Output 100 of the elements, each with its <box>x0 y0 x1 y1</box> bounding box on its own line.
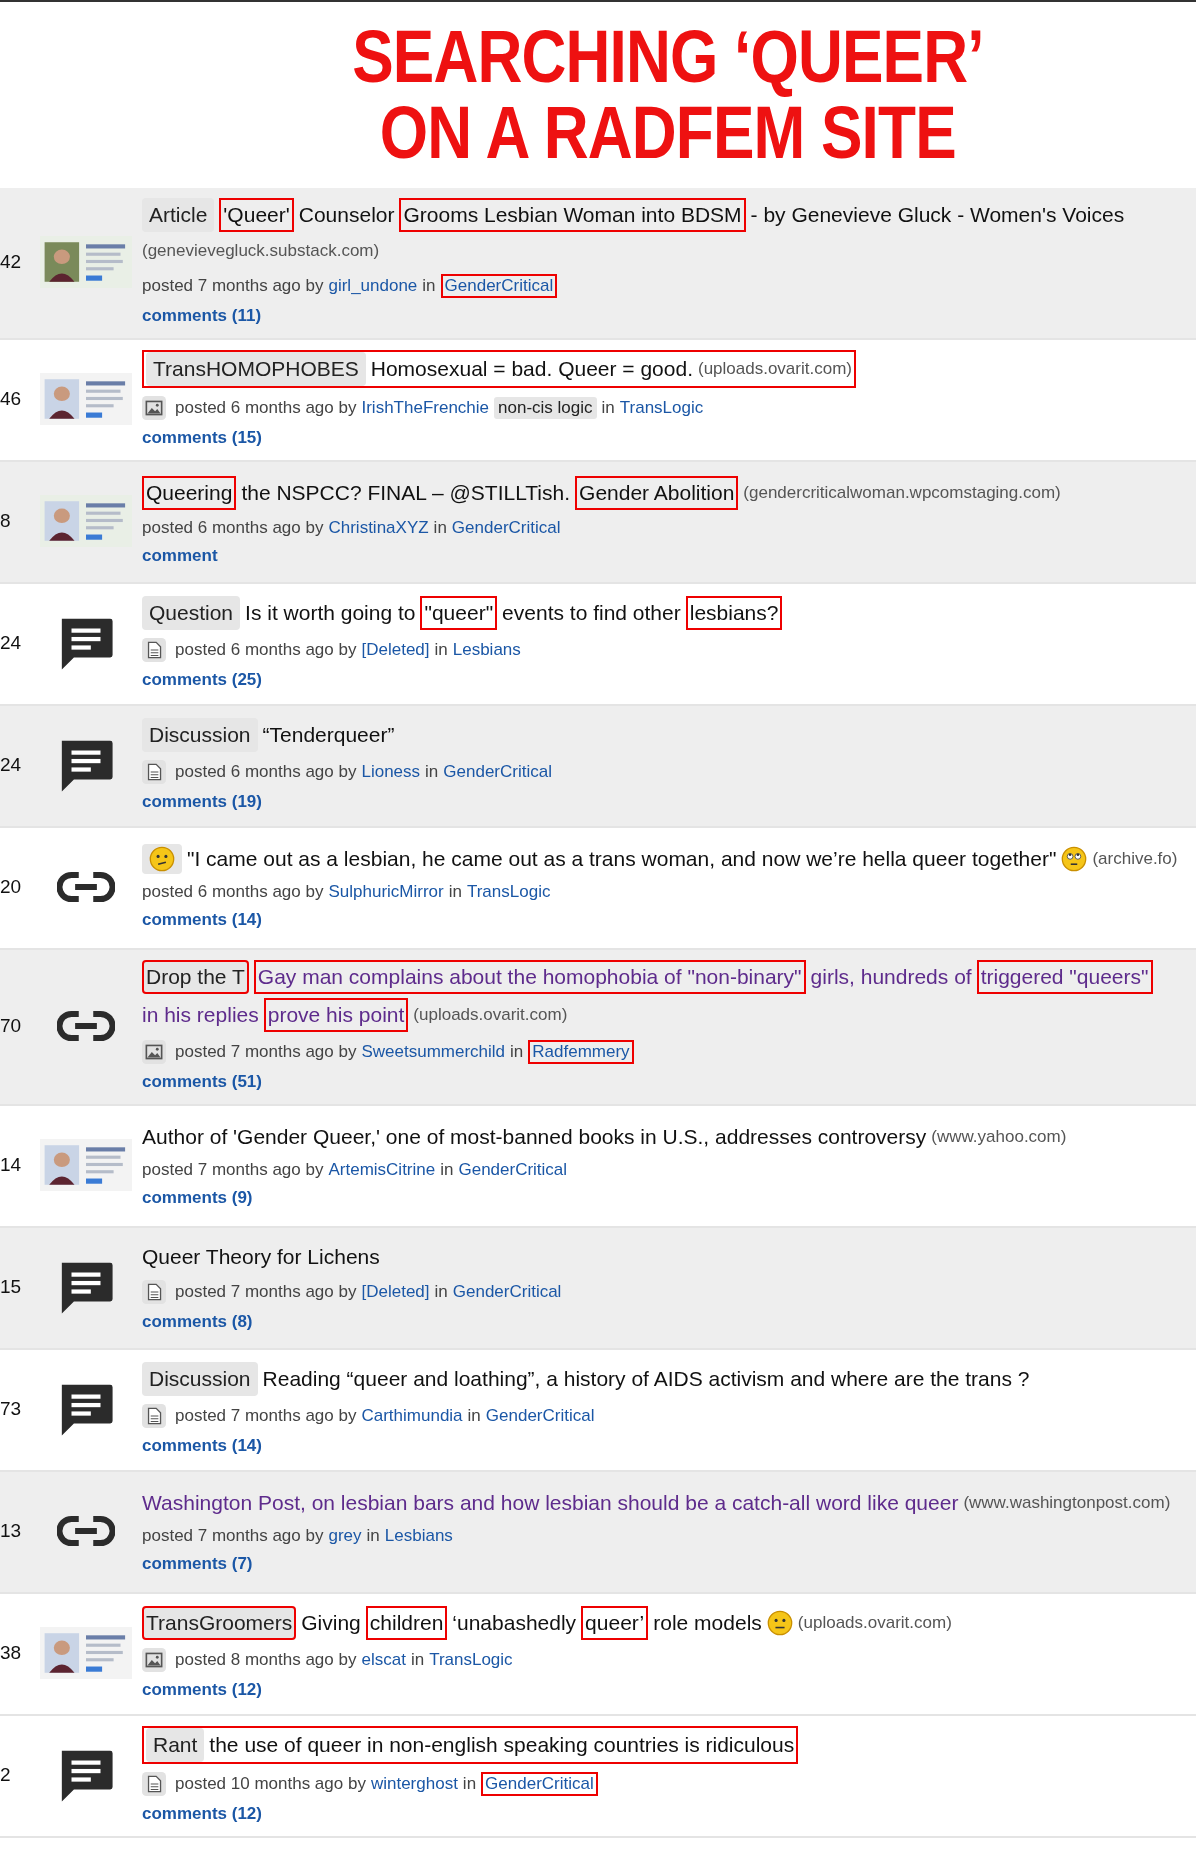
comments-link[interactable]: comments (9) <box>142 1188 253 1208</box>
comments-link[interactable]: comments (25) <box>142 670 262 690</box>
comments-link[interactable]: comments (7) <box>142 1554 253 1574</box>
link-icon[interactable] <box>57 1514 115 1548</box>
username-link[interactable]: [Deleted] <box>361 640 430 660</box>
comments-link[interactable]: comments (12) <box>142 1680 262 1700</box>
username-link[interactable]: girl_undone <box>328 276 418 296</box>
comments-link[interactable]: comment <box>142 546 218 566</box>
post-title[interactable]: Author of 'Gender Queer,' one of most-banned books in U.S., addresses controversy <box>142 1122 927 1152</box>
post-title[interactable]: lesbians? <box>685 596 783 630</box>
document-icon <box>142 638 166 662</box>
post-title[interactable]: the use of queer in non-english speaking countries is ridiculous <box>209 1730 795 1760</box>
username-link[interactable]: winterghost <box>370 1774 458 1794</box>
post-title[interactable]: Queer Theory for Lichens <box>142 1242 380 1272</box>
link-icon[interactable] <box>57 870 115 904</box>
post-flair[interactable] <box>142 844 182 874</box>
posted-time: posted 6 months ago by <box>142 882 324 902</box>
neutral-face-icon <box>766 1610 793 1636</box>
post-flair[interactable]: TransHOMOPHOBES <box>146 352 366 386</box>
post-title[interactable]: Queering <box>142 476 237 510</box>
vote-score: 24 <box>0 632 23 654</box>
post-title[interactable]: Grooms Lesbian Woman into BDSM <box>399 198 746 232</box>
post-title[interactable]: prove his point <box>263 998 409 1032</box>
post-title[interactable]: “Tenderqueer” <box>262 720 395 750</box>
username-link[interactable]: [Deleted] <box>361 1282 430 1302</box>
post-title[interactable]: ‘unabashedly <box>452 1608 577 1638</box>
in-label: in <box>440 1160 454 1180</box>
post-title[interactable]: "queer" <box>420 596 498 630</box>
vote-score: 13 <box>0 1520 23 1542</box>
post-title[interactable]: Gender Abolition <box>575 476 739 510</box>
username-link[interactable]: Sweetsummerchild <box>361 1042 506 1062</box>
community-link[interactable]: GenderCritical <box>451 518 561 538</box>
username-link[interactable]: elscat <box>361 1650 406 1670</box>
comments-link[interactable]: comments (8) <box>142 1312 253 1332</box>
post-flair[interactable]: Discussion <box>142 1362 258 1396</box>
post-title[interactable]: Reading “queer and loathing”, a history of AIDS activism and where are the trans ? <box>262 1364 1030 1394</box>
community-link[interactable]: Lesbians <box>384 1526 453 1546</box>
post-flair[interactable]: Discussion <box>142 718 258 752</box>
post-title[interactable]: Gay man complains about the homophobia of "non-binary" <box>253 960 806 994</box>
posted-time: posted 7 months ago by <box>142 1526 324 1546</box>
vote-score: 20 <box>0 876 23 898</box>
username-link[interactable]: ArtemisCitrine <box>328 1160 436 1180</box>
in-label: in <box>410 1650 425 1670</box>
post-title[interactable]: Giving <box>301 1608 361 1638</box>
post-title[interactable]: children <box>365 1606 448 1640</box>
comments-link[interactable]: comments (14) <box>142 1436 262 1456</box>
post-flair[interactable]: Question <box>142 596 241 630</box>
community-link[interactable]: GenderCritical <box>452 1282 562 1302</box>
post-title[interactable]: triggered "queers" <box>976 960 1153 994</box>
comments-link[interactable]: comments (51) <box>142 1072 262 1092</box>
post-domain: (uploads.ovarit.com) <box>413 1004 568 1026</box>
in-label: in <box>433 518 447 538</box>
post-title[interactable]: "I came out as a lesbian, he came out as a trans woman, and now we’re hella queer together" <box>187 844 1057 874</box>
post-flair[interactable]: Rant <box>146 1728 205 1762</box>
community-link[interactable]: GenderCritical <box>440 274 558 298</box>
vote-score: 46 <box>0 388 23 410</box>
post-title[interactable]: in his replies <box>142 1000 259 1030</box>
username-link[interactable]: IrishTheFrenchie <box>361 398 490 418</box>
post-title[interactable]: role models <box>653 1608 762 1638</box>
post-flair[interactable]: Drop the T <box>142 960 249 994</box>
username-link[interactable]: SulphuricMirror <box>328 882 444 902</box>
post-title[interactable]: 'Queer' <box>219 198 294 232</box>
community-link[interactable]: TransLogic <box>466 882 551 902</box>
post-title[interactable]: - by Genevieve Gluck - Women's Voices <box>750 200 1125 230</box>
username-link[interactable]: grey <box>328 1526 362 1546</box>
user-flair: non-cis logic <box>494 397 597 419</box>
username-link[interactable]: Lioness <box>361 762 421 782</box>
username-link[interactable]: ChristinaXYZ <box>328 518 429 538</box>
link-icon[interactable] <box>57 1009 115 1043</box>
community-link[interactable]: TransLogic <box>619 398 704 418</box>
comments-link[interactable]: comments (19) <box>142 792 262 812</box>
username-link[interactable]: Carthimundia <box>361 1406 463 1426</box>
comments-link[interactable]: comments (11) <box>142 306 262 326</box>
community-link[interactable]: GenderCritical <box>443 762 552 782</box>
document-icon <box>142 1280 166 1304</box>
thinking-face-icon <box>149 846 175 872</box>
community-link[interactable]: GenderCritical <box>485 1406 595 1426</box>
post-title[interactable]: Homosexual = bad. Queer = good. <box>370 354 693 384</box>
post-title[interactable]: Is it worth going to <box>245 598 416 628</box>
post-title[interactable]: girls, hundreds of <box>810 962 972 992</box>
in-label: in <box>422 276 436 296</box>
post-domain: (www.washingtonpost.com) <box>963 1492 1171 1514</box>
post-title[interactable]: Counselor <box>298 200 395 230</box>
community-link[interactable]: Lesbians <box>452 640 521 660</box>
comments-link[interactable]: comments (12) <box>142 1804 262 1824</box>
comments-link[interactable]: comments (14) <box>142 910 262 930</box>
community-link[interactable]: Radfemmery <box>528 1040 634 1064</box>
post-title[interactable]: the NSPCC? FINAL – @STILLTish. <box>241 478 571 508</box>
post-title[interactable]: events to find other <box>502 598 681 628</box>
community-link[interactable]: TransLogic <box>429 1650 513 1670</box>
community-link[interactable]: GenderCritical <box>481 1772 598 1796</box>
post-domain: (www.yahoo.com) <box>931 1126 1067 1148</box>
post-title[interactable]: Washington Post, on lesbian bars and how lesbian should be a catch-all word like queer <box>142 1488 959 1518</box>
comments-link[interactable]: comments (15) <box>142 428 262 448</box>
post-flair[interactable]: TransGroomers <box>142 1606 297 1640</box>
post-flair[interactable]: Article <box>142 198 215 232</box>
community-link[interactable]: GenderCritical <box>458 1160 568 1180</box>
post-title[interactable]: queer’ <box>581 1606 649 1640</box>
in-label: in <box>434 640 448 660</box>
posted-time: posted 7 months ago by <box>142 1160 324 1180</box>
